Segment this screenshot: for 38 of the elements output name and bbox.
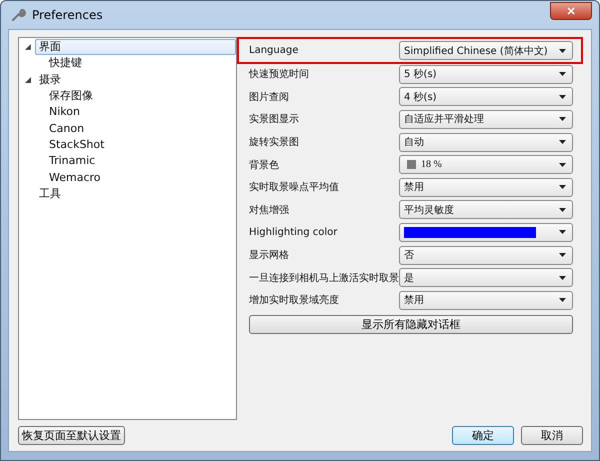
dialog-button[interactable]: 确定: [452, 426, 514, 445]
setting-label: 显示网格: [249, 248, 290, 262]
dropdown[interactable]: 4 秒(s): [399, 87, 573, 106]
dropdown[interactable]: 5 秒(s): [399, 64, 573, 84]
setting-label: 快速预览时间: [249, 68, 310, 82]
show-hidden-dialogs-button[interactable]: 显示所有隐藏对话框: [249, 314, 573, 334]
dropdown[interactable]: 自适应并平滑处理: [399, 110, 573, 129]
setting-label: 增加实时取景域亮度: [249, 294, 340, 308]
tree-item[interactable]: 界面: [34, 39, 236, 56]
setting-label: 对焦增强: [249, 204, 290, 217]
tree-item[interactable]: Canon: [45, 120, 88, 137]
tree-item[interactable]: Trinamic: [45, 153, 100, 170]
dropdown[interactable]: 禁用: [399, 178, 573, 197]
reset-defaults-button[interactable]: 恢复页面至默认设置: [18, 426, 125, 445]
dialog-button[interactable]: 取消: [521, 426, 583, 445]
setting-label: 实时取景噪点平均值: [249, 180, 340, 194]
window-title: Preferences: [32, 8, 104, 22]
tree-item[interactable]: 保存图像: [45, 88, 97, 104]
dropdown[interactable]: 18 %: [399, 155, 573, 174]
setting-label: Highlighting color: [249, 226, 338, 238]
dropdown[interactable]: 是: [399, 268, 573, 288]
dropdown[interactable]: 平均灵敏度: [399, 200, 573, 220]
tree-item[interactable]: Wemacro: [45, 170, 105, 186]
setting-label: 旋转实景图: [249, 136, 300, 150]
setting-label: 背景色: [249, 158, 280, 172]
tree-item[interactable]: Nikon: [45, 104, 84, 120]
dropdown[interactable]: Simplified Chinese (简体中文): [399, 41, 573, 60]
setting-label: Language: [249, 45, 300, 56]
setting-label: 实景图显示: [249, 112, 300, 126]
tree-item[interactable]: StackShot: [45, 136, 108, 153]
setting-label: 一旦连接到相机马上激活实时取景: [249, 272, 399, 285]
tree-item[interactable]: 工具: [35, 186, 65, 202]
dropdown[interactable]: 否: [399, 246, 573, 265]
dropdown[interactable]: 禁用: [399, 290, 573, 310]
tree-item[interactable]: 摄录: [35, 72, 65, 88]
tree-item[interactable]: 快捷键: [45, 55, 86, 72]
dropdown[interactable]: 自动: [399, 132, 573, 152]
setting-label: 图片查阅: [249, 90, 290, 104]
